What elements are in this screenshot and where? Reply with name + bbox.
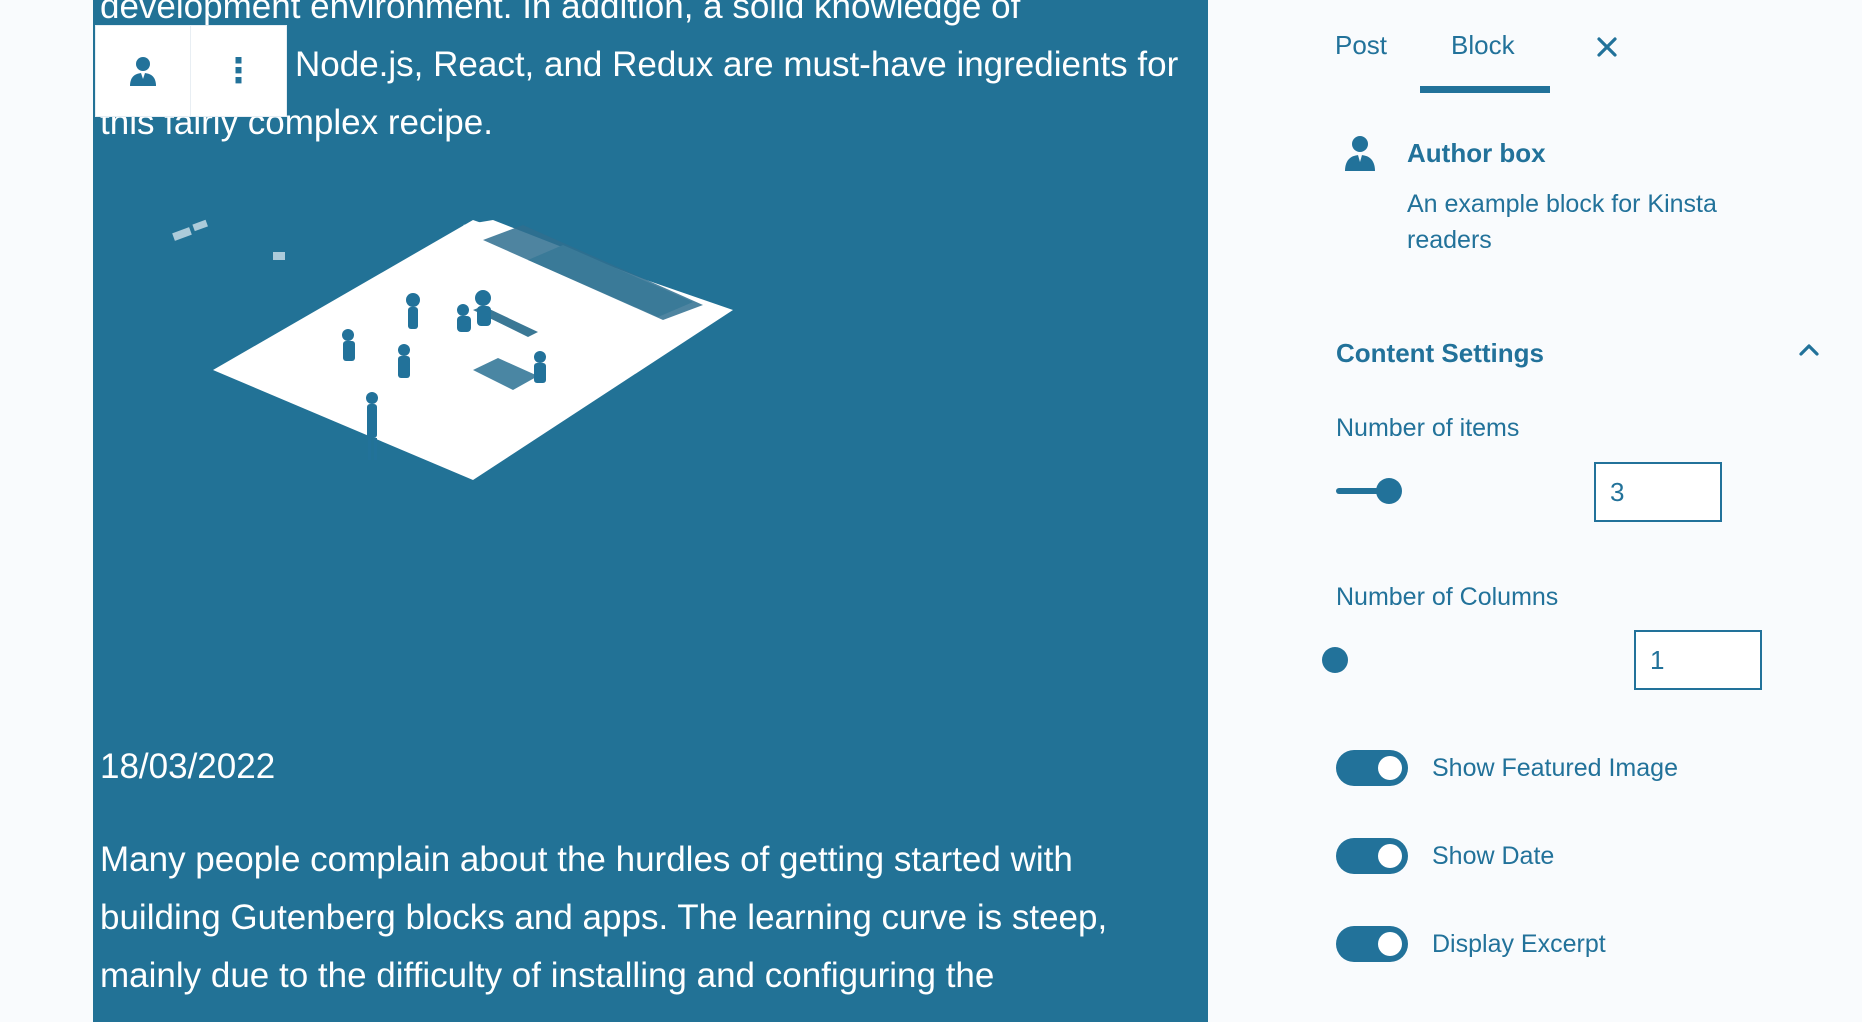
- post-excerpt-bottom: Many people complain about the hurdles o…: [100, 831, 1200, 1005]
- featured-image-illustration: [172, 219, 733, 480]
- post-date: 18/03/2022: [100, 747, 276, 786]
- tab-post[interactable]: Post: [1335, 30, 1387, 61]
- author-icon: [130, 57, 156, 86]
- active-tab-indicator: [1420, 86, 1550, 93]
- slider-thumb[interactable]: [1376, 478, 1402, 504]
- toggle-knob: [1378, 756, 1402, 780]
- number-of-columns-label: Number of Columns: [1336, 583, 1559, 611]
- excerpt-line: building Gutenberg blocks and apps. The …: [100, 898, 1108, 937]
- block-type-button[interactable]: [96, 26, 191, 116]
- excerpt-line: Many people complain about the hurdles o…: [100, 840, 1073, 879]
- block-card-title: Author box: [1407, 138, 1546, 168]
- display-excerpt-toggle[interactable]: [1336, 926, 1408, 962]
- close-sidebar-button[interactable]: [1587, 24, 1627, 70]
- block-options-button[interactable]: ⋮: [191, 26, 286, 116]
- block-toolbar: ⋮: [95, 25, 287, 117]
- sidebar-tabs: Post Block: [1208, 0, 1862, 98]
- author-box-block[interactable]: development environment. In addition, a …: [93, 0, 1208, 1022]
- excerpt-line: mainly due to the difficulty of installi…: [100, 956, 995, 995]
- show-date-toggle[interactable]: [1336, 838, 1408, 874]
- display-excerpt-label: Display Excerpt: [1432, 929, 1606, 958]
- block-card-description: An example block for Kinsta readers: [1407, 190, 1717, 254]
- show-featured-image-toggle-row: Show Featured Image: [1336, 748, 1678, 788]
- number-of-columns-input[interactable]: 1: [1634, 630, 1762, 690]
- number-of-items-label: Number of items: [1336, 414, 1520, 442]
- show-featured-image-label: Show Featured Image: [1432, 753, 1678, 782]
- editor-canvas: development environment. In addition, a …: [0, 0, 1208, 1022]
- show-date-label: Show Date: [1432, 841, 1555, 870]
- more-vertical-icon: ⋮: [221, 52, 256, 90]
- number-of-items-slider[interactable]: [1336, 478, 1606, 504]
- show-featured-image-toggle[interactable]: [1336, 750, 1408, 786]
- author-icon: [1345, 136, 1375, 171]
- close-icon: [1597, 37, 1617, 57]
- number-of-items-input[interactable]: 3: [1594, 462, 1722, 522]
- content-settings-panel-toggle[interactable]: Content Settings: [1336, 338, 1544, 369]
- display-excerpt-toggle-row: Display Excerpt: [1336, 924, 1606, 964]
- toggle-knob: [1378, 844, 1402, 868]
- number-of-columns-slider[interactable]: [1322, 647, 1592, 673]
- toggle-knob: [1378, 932, 1402, 956]
- chevron-up-icon[interactable]: [1796, 337, 1822, 363]
- tab-block[interactable]: Block: [1451, 30, 1515, 61]
- slider-thumb[interactable]: [1322, 647, 1348, 673]
- show-date-toggle-row: Show Date: [1336, 836, 1554, 876]
